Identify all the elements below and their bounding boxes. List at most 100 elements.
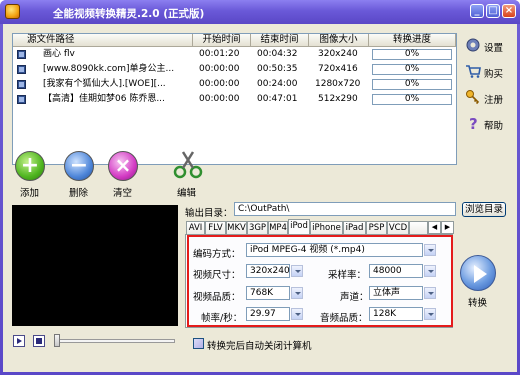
tab-iphone[interactable]: iPhone xyxy=(310,221,343,235)
title-bar[interactable]: 全能视频转换精灵.2.0 (正式版) _ □ × xyxy=(0,0,520,24)
tab-scroll-right-button[interactable]: ▶ xyxy=(441,221,454,234)
delete-button[interactable]: − xyxy=(64,151,94,181)
file-list[interactable]: 源文件路径 开始时间 结束时间 图像大小 转换进度 画心 flv 00:01:2… xyxy=(12,33,457,165)
shutdown-checkbox-label[interactable]: 转换完后自动关闭计算机 xyxy=(207,338,312,352)
tab-avi[interactable]: AVI xyxy=(186,221,205,235)
shopping-cart-icon xyxy=(466,65,481,78)
register-label: 注册 xyxy=(484,95,504,106)
sample-rate-select[interactable]: 48000 xyxy=(369,264,423,278)
tab-ipad[interactable]: iPad xyxy=(343,221,366,235)
progress-text: 0 xyxy=(404,49,411,59)
tab-mp4[interactable]: MP4 xyxy=(268,221,288,235)
maximize-button[interactable]: □ xyxy=(486,4,500,18)
clear-button[interactable]: × xyxy=(108,151,138,181)
file-start-time: 00:00:00 xyxy=(199,94,240,104)
play-button[interactable] xyxy=(13,335,25,347)
convert-button[interactable] xyxy=(460,255,496,291)
scissors-icon xyxy=(173,151,203,179)
tab-3gp[interactable]: 3GP xyxy=(247,221,268,235)
tab-vcd[interactable]: VCD xyxy=(387,221,409,235)
seek-slider-handle[interactable] xyxy=(54,334,60,347)
delete-label: 删除 xyxy=(69,188,89,199)
tab-scroll-left-button[interactable]: ◀ xyxy=(428,221,441,234)
file-start-time: 00:00:00 xyxy=(199,79,240,89)
channel-dropdown-arrow-icon[interactable] xyxy=(424,287,436,299)
video-size-label: 视频尺寸： xyxy=(193,270,241,281)
column-header-end[interactable]: 结束时间 xyxy=(251,34,309,47)
video-quality-select[interactable]: 768K xyxy=(246,286,290,300)
channel-select[interactable]: 立体声 xyxy=(369,286,423,300)
add-label: 添加 xyxy=(20,188,40,199)
video-size-dropdown-arrow-icon[interactable] xyxy=(291,265,303,277)
minimize-button[interactable]: _ xyxy=(470,4,484,18)
close-button[interactable]: × xyxy=(502,4,516,18)
seek-slider-track[interactable] xyxy=(59,339,175,343)
play-arrow-icon xyxy=(474,265,487,283)
buy-label: 购买 xyxy=(484,69,504,80)
file-image-size: 720x416 xyxy=(318,64,358,74)
audio-quality-dropdown-arrow-icon[interactable] xyxy=(424,308,436,320)
video-preview[interactable] xyxy=(12,205,178,326)
clear-x-icon: × xyxy=(114,153,132,177)
minus-icon: − xyxy=(69,153,89,178)
fps-select[interactable]: 29.97 xyxy=(246,307,290,321)
sample-rate-label: 采样率： xyxy=(328,270,367,281)
gear-icon xyxy=(466,38,480,52)
tab-psp[interactable]: PSP xyxy=(366,221,387,235)
video-file-icon xyxy=(17,80,26,89)
app-logo-icon xyxy=(5,4,20,19)
register-button[interactable]: 注册 xyxy=(463,88,513,110)
stop-button[interactable] xyxy=(33,335,45,347)
file-row[interactable]: [我家有个狐仙大人].[WOE][... 00:00:00 00:24:00 1… xyxy=(13,78,456,91)
codec-select[interactable]: iPod MPEG-4 视频 (*.mp4) xyxy=(246,243,423,257)
video-file-icon xyxy=(17,95,26,104)
file-path: [www.8090kk.com]单身公主... xyxy=(43,64,175,74)
file-image-size: 320x240 xyxy=(318,49,358,59)
edit-label: 编辑 xyxy=(177,188,197,199)
play-icon xyxy=(17,338,22,344)
file-end-time: 00:24:00 xyxy=(257,79,298,89)
video-size-select[interactable]: 320x240 xyxy=(246,264,290,278)
file-image-size: 512x290 xyxy=(318,94,358,104)
add-button[interactable]: + xyxy=(15,151,45,181)
settings-label: 设置 xyxy=(484,43,504,54)
plus-icon: + xyxy=(20,153,40,178)
output-dir-input[interactable]: C:\OutPath\ xyxy=(234,202,456,216)
progress-text: 0 xyxy=(404,94,411,104)
column-header-start[interactable]: 开始时间 xyxy=(193,34,251,47)
tab-mkv[interactable]: MKV xyxy=(226,221,247,235)
file-row[interactable]: 画心 flv 00:01:20 00:04:32 320x240 0% xyxy=(13,48,456,61)
output-dir-label: 输出目录： xyxy=(185,208,233,219)
file-path: 画心 flv xyxy=(43,49,75,59)
tab-more[interactable] xyxy=(409,221,428,235)
shutdown-checkbox[interactable] xyxy=(193,338,204,349)
file-end-time: 00:50:35 xyxy=(257,64,298,74)
video-quality-label: 视频品质： xyxy=(193,292,241,303)
clear-label: 清空 xyxy=(113,188,133,199)
tab-flv[interactable]: FLV xyxy=(205,221,226,235)
help-button[interactable]: ? 帮助 xyxy=(463,114,513,136)
tab-ipod[interactable]: iPod xyxy=(288,219,310,235)
fps-dropdown-arrow-icon[interactable] xyxy=(291,308,303,320)
file-start-time: 00:01:20 xyxy=(199,49,240,59)
channel-label: 声道： xyxy=(340,292,369,303)
fps-label: 帧率/秒： xyxy=(201,313,243,324)
audio-quality-select[interactable]: 128K xyxy=(369,307,423,321)
file-path: [我家有个狐仙大人].[WOE][... xyxy=(43,79,166,89)
column-header-path[interactable]: 源文件路径 xyxy=(13,34,193,47)
browse-dir-button[interactable]: 浏览目录 xyxy=(462,202,506,217)
column-header-progress[interactable]: 转换进度 xyxy=(369,34,456,47)
file-path: 【高清】佳期如梦06 陈乔恩... xyxy=(43,94,165,104)
edit-button[interactable] xyxy=(171,148,205,182)
progress-text: 0 xyxy=(404,64,411,74)
video-quality-dropdown-arrow-icon[interactable] xyxy=(291,287,303,299)
codec-dropdown-arrow-icon[interactable] xyxy=(424,244,436,256)
column-header-size[interactable]: 图像大小 xyxy=(309,34,369,47)
settings-button[interactable]: 设置 xyxy=(463,36,513,58)
codec-label: 编码方式： xyxy=(193,249,241,260)
file-row[interactable]: 【高清】佳期如梦06 陈乔恩... 00:00:00 00:47:01 512x… xyxy=(13,93,456,106)
file-image-size: 1280x720 xyxy=(315,79,361,89)
file-row[interactable]: [www.8090kk.com]单身公主... 00:00:00 00:50:3… xyxy=(13,63,456,76)
sample-rate-dropdown-arrow-icon[interactable] xyxy=(424,265,436,277)
buy-button[interactable]: 购买 xyxy=(463,62,513,84)
